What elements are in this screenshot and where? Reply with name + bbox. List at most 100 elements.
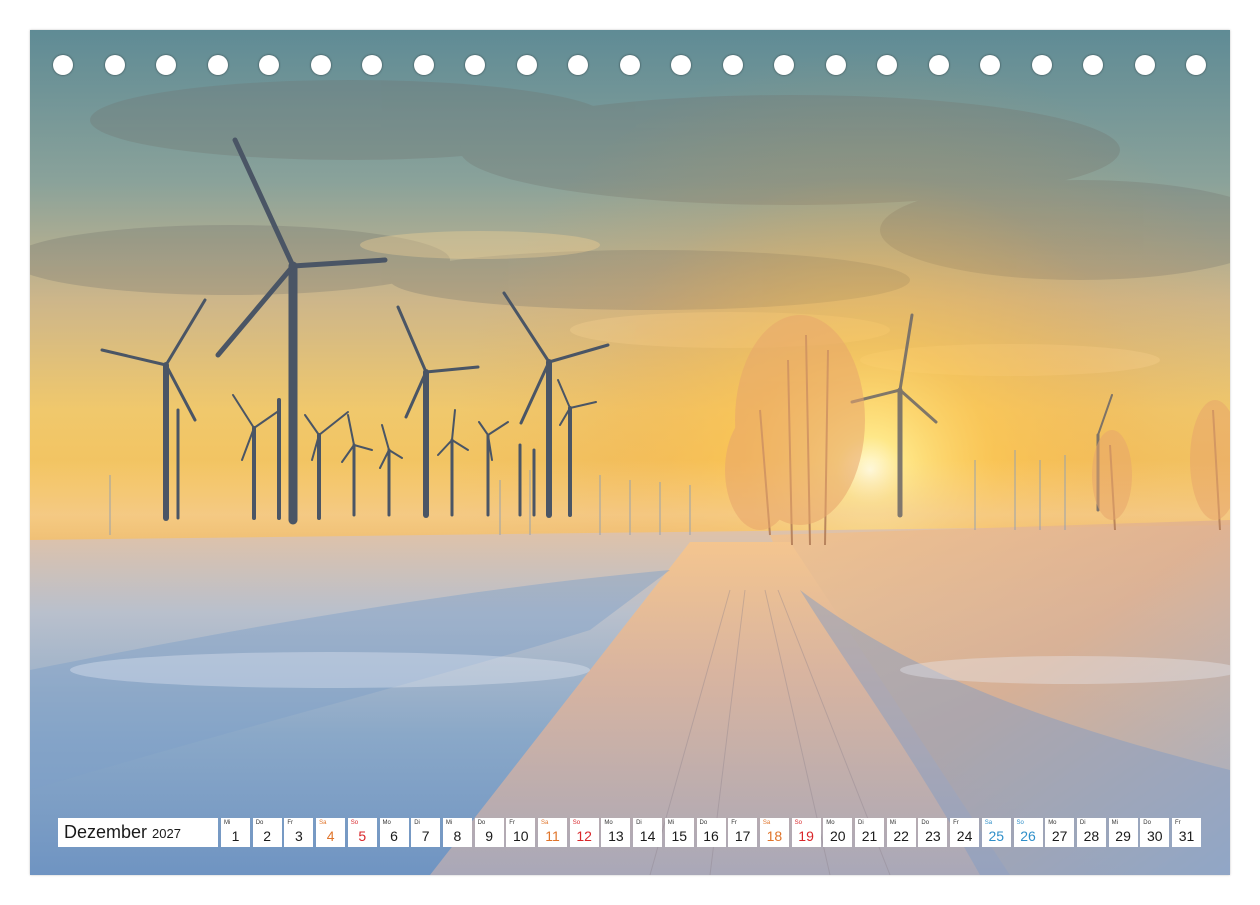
day-cell: Do 30 — [1140, 818, 1170, 847]
weekday-abbr: Fr — [509, 820, 515, 826]
day-number: 3 — [294, 828, 303, 844]
binding-hole — [516, 55, 537, 75]
day-cell: Sa 11 — [538, 818, 567, 847]
day-cell: Mi 8 — [442, 818, 472, 847]
day-number: 29 — [1115, 828, 1131, 844]
day-cell: So 5 — [347, 818, 377, 847]
binding-holes — [30, 30, 1230, 110]
weekday-abbr: Mi — [889, 820, 897, 826]
binding-hole — [568, 55, 588, 75]
day-cell: Sa 25 — [981, 818, 1011, 847]
day-number: 24 — [956, 828, 973, 844]
weekday-abbr: Fr — [1175, 820, 1181, 826]
binding-hole — [980, 55, 1000, 75]
weekday-abbr: Fr — [731, 820, 737, 826]
day-number: 1 — [231, 828, 240, 844]
day-number: 15 — [671, 828, 688, 844]
day-number: 25 — [988, 828, 1005, 844]
binding-hole — [207, 55, 228, 75]
day-cell: Sa 4 — [316, 818, 346, 847]
binding-hole — [825, 55, 846, 75]
day-cell: Fr 10 — [506, 818, 536, 847]
day-cell: Fr 24 — [950, 818, 980, 847]
day-cell: Mi 1 — [221, 818, 250, 847]
binding-hole — [156, 55, 176, 75]
weekday-abbr: Mo — [382, 820, 391, 826]
day-cell: Di 7 — [411, 818, 441, 847]
day-cell: Di 14 — [633, 818, 663, 847]
day-cell: Fr 17 — [728, 818, 758, 847]
day-cell: Sa 18 — [759, 818, 789, 847]
day-cell: Do 2 — [252, 818, 282, 847]
day-number: 17 — [734, 828, 751, 844]
weekday-abbr: Do — [477, 820, 486, 826]
weekday-abbr: Mi — [445, 820, 453, 826]
day-cell: Di 21 — [855, 818, 884, 847]
binding-hole — [619, 55, 640, 75]
month-name: Dezember — [64, 822, 148, 842]
day-cell: So 12 — [569, 818, 599, 847]
weekday-abbr: Mo — [1048, 820, 1057, 826]
day-cell: Do 16 — [696, 818, 726, 847]
day-cell: So 19 — [791, 818, 821, 847]
binding-hole — [928, 55, 949, 75]
binding-hole — [53, 55, 73, 75]
binding-hole — [774, 55, 794, 75]
binding-hole — [1186, 55, 1206, 75]
weekday-abbr: Fr — [953, 820, 959, 826]
day-number: 16 — [703, 828, 719, 844]
weekday-abbr: Mi — [1111, 820, 1118, 826]
day-cell: So 26 — [1013, 818, 1043, 847]
day-number: 10 — [513, 828, 529, 844]
weekday-abbr: Sa — [984, 820, 993, 826]
day-cell: Mi 29 — [1108, 818, 1138, 847]
day-number: 20 — [830, 828, 846, 844]
day-number: 5 — [358, 828, 367, 844]
day-number: 21 — [861, 828, 878, 844]
day-number: 6 — [390, 828, 398, 844]
weekday-abbr: Mi — [224, 820, 231, 826]
calendar-strip: Dezember 2027 Mi 1 Do 2 Fr 3 Sa 4 So 5 Mo 6 Di 7 Mi 8 Do 9… — [58, 818, 1203, 847]
weekday-abbr: Mo — [604, 820, 613, 826]
weekday-abbr: Di — [414, 820, 420, 826]
binding-hole — [722, 55, 743, 75]
day-number: 7 — [421, 828, 430, 844]
weekday-abbr: Mi — [667, 820, 675, 826]
binding-hole — [1031, 55, 1052, 75]
weekday-abbr: Di — [636, 820, 642, 826]
day-number: 4 — [326, 828, 335, 844]
day-cell: Mo 13 — [601, 818, 631, 847]
binding-hole — [310, 55, 331, 75]
weekday-abbr: Do — [1143, 820, 1151, 826]
month-label: Dezember 2027 — [58, 818, 218, 847]
day-number: 19 — [798, 828, 814, 844]
day-number: 12 — [576, 828, 592, 844]
binding-hole — [362, 55, 382, 75]
day-number: 30 — [1147, 828, 1163, 844]
weekday-abbr: So — [350, 820, 359, 826]
day-cell: Mo 6 — [379, 818, 409, 847]
day-number: 26 — [1020, 828, 1036, 844]
day-number: 8 — [453, 828, 462, 844]
day-cell: Di 28 — [1076, 818, 1106, 847]
weekday-abbr: Do — [255, 820, 264, 826]
binding-hole — [259, 55, 279, 75]
binding-hole — [1134, 55, 1155, 75]
day-number: 13 — [608, 828, 624, 844]
day-cell: Mi 15 — [664, 818, 694, 847]
day-number: 2 — [263, 828, 272, 844]
weekday-abbr: So — [1016, 820, 1024, 826]
weekday-abbr: Do — [921, 820, 930, 826]
day-number: 27 — [1051, 828, 1068, 844]
binding-hole — [413, 55, 434, 75]
binding-hole — [104, 55, 125, 75]
weekday-abbr: Sa — [541, 820, 549, 826]
day-number: 23 — [925, 828, 941, 844]
day-number: 9 — [485, 828, 493, 844]
calendar-page: Dezember 2027 Mi 1 Do 2 Fr 3 Sa 4 So 5 Mo 6 Di 7 Mi 8 Do 9… — [30, 30, 1230, 875]
year: 2027 — [152, 826, 181, 841]
weekday-abbr: Mo — [826, 820, 835, 826]
day-number: 28 — [1083, 828, 1100, 844]
binding-hole — [1083, 55, 1103, 75]
winter-wind-farm-photo — [30, 30, 1230, 875]
